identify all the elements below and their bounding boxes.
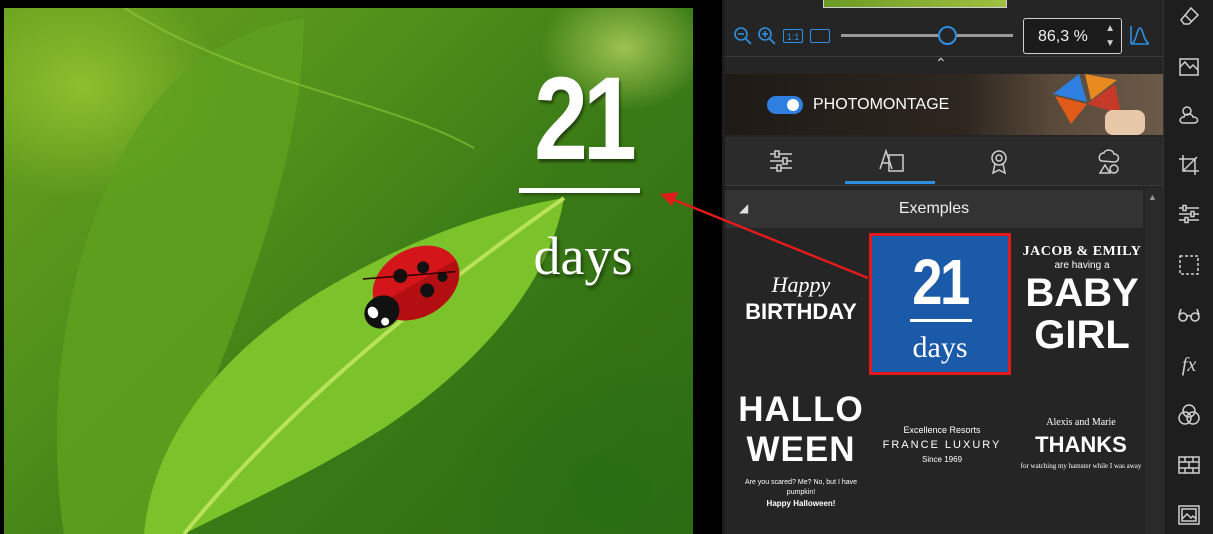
tab-adjust-icon[interactable]: [767, 147, 795, 175]
example-line: WEEN: [746, 430, 856, 469]
tool-tabs: [725, 137, 1163, 186]
zoom-in-icon[interactable]: [757, 26, 777, 46]
example-line: FRANCE LUXURY: [882, 439, 1002, 451]
zoom-decrease-icon[interactable]: ▼: [1105, 39, 1115, 49]
examples-header[interactable]: ◢ Exemples: [725, 190, 1143, 228]
ladybug-photo[interactable]: 21 days: [4, 8, 693, 534]
image-canvas[interactable]: 21 days: [0, 0, 722, 534]
example-line: Are you scared? Me? No, but I have pumpk…: [744, 479, 858, 496]
selection-icon[interactable]: [1177, 253, 1201, 277]
example-line: for watching my hamster while I was away: [1020, 462, 1142, 470]
example-halloween[interactable]: HALLO WEEN Are you scared? Me? No, but I…: [733, 390, 869, 510]
panel-scrollbar[interactable]: ▲: [1145, 188, 1161, 534]
zoom-slider-handle[interactable]: [938, 26, 958, 45]
example-line: THANKS: [1035, 432, 1127, 457]
crop-icon[interactable]: [1177, 153, 1201, 177]
overlay-number-text[interactable]: 21: [522, 60, 643, 178]
scroll-up-icon[interactable]: ▲: [1148, 192, 1157, 202]
example-france-luxury[interactable]: Excellence Resorts FRANCE LUXURY Since 1…: [873, 424, 1011, 466]
tangram-illustration: [1053, 74, 1145, 135]
example-line: GIRL: [1034, 313, 1130, 357]
tab-badge-icon[interactable]: [985, 147, 1013, 175]
examples-title: Exemples: [898, 200, 970, 217]
example-line: Since 1969: [921, 455, 963, 464]
tab-shapes-icon[interactable]: [1094, 147, 1122, 175]
texture-icon[interactable]: [1177, 453, 1201, 477]
example-line: JACOB & EMILY: [1022, 244, 1142, 259]
chevron-up-icon[interactable]: ⌃: [935, 55, 947, 72]
tab-text-icon[interactable]: [877, 147, 905, 175]
color-circles-icon[interactable]: [1177, 403, 1201, 427]
actual-size-button[interactable]: 1:1: [783, 29, 803, 43]
example-baby-girl[interactable]: JACOB & EMILY are having a BABY GIRL: [1017, 244, 1147, 356]
example-line: BABY: [1025, 271, 1139, 315]
zoom-slider-track[interactable]: [841, 34, 1013, 37]
example-line: HALLO: [738, 390, 864, 429]
example-line: Happy: [771, 272, 831, 297]
image-icon[interactable]: [1177, 503, 1201, 527]
weather-icon[interactable]: [1177, 103, 1201, 127]
example-thanks[interactable]: Alexis and Marie THANKS for watching my …: [1013, 416, 1149, 472]
fit-screen-icon[interactable]: [810, 29, 830, 43]
zoom-value[interactable]: 86,3 %: [1038, 28, 1088, 46]
photomontage-label: PHOTOMONTAGE: [813, 96, 950, 113]
photomontage-toggle[interactable]: [767, 96, 803, 114]
example-happy-birthday[interactable]: Happy BIRTHDAY: [733, 272, 869, 326]
overlay-word-text[interactable]: days: [509, 226, 657, 286]
histogram-icon[interactable]: [1129, 24, 1151, 46]
perspective-icon[interactable]: [1177, 55, 1201, 79]
zoom-percentage-field[interactable]: 86,3 % ▲ ▼: [1023, 18, 1122, 54]
zoom-increase-icon[interactable]: ▲: [1105, 24, 1115, 34]
example-21-days-selected[interactable]: 21 days: [869, 233, 1011, 375]
photomontage-banner[interactable]: PHOTOMONTAGE: [725, 74, 1163, 135]
eraser-icon[interactable]: [1177, 4, 1201, 28]
example-word: days: [912, 331, 968, 364]
example-number: 21: [912, 246, 970, 318]
zoom-bar: 1:1 86,3 % ▲ ▼: [725, 14, 1163, 56]
glasses-icon[interactable]: [1177, 303, 1201, 327]
sliders-icon[interactable]: [1177, 202, 1201, 226]
edit-panel: 1:1 86,3 % ▲ ▼ ⌃ PHOTOMONTAGE ◢ Exemples…: [725, 0, 1163, 534]
example-underline: [910, 319, 972, 322]
example-line: Happy Halloween!: [766, 499, 836, 508]
example-line: BIRTHDAY: [745, 299, 857, 324]
navigator-thumbnail[interactable]: [823, 0, 1007, 8]
toggle-knob: [787, 99, 799, 111]
zoom-out-icon[interactable]: [733, 26, 753, 46]
collapse-navigator[interactable]: ⌃: [725, 55, 1163, 73]
fx-icon[interactable]: fx: [1177, 353, 1201, 377]
example-line: Excellence Resorts: [903, 425, 981, 435]
right-toolbar: fx: [1163, 0, 1213, 534]
example-line: Alexis and Marie: [1046, 417, 1116, 428]
active-tab-indicator: [845, 181, 935, 184]
overlay-underline: [519, 188, 640, 193]
